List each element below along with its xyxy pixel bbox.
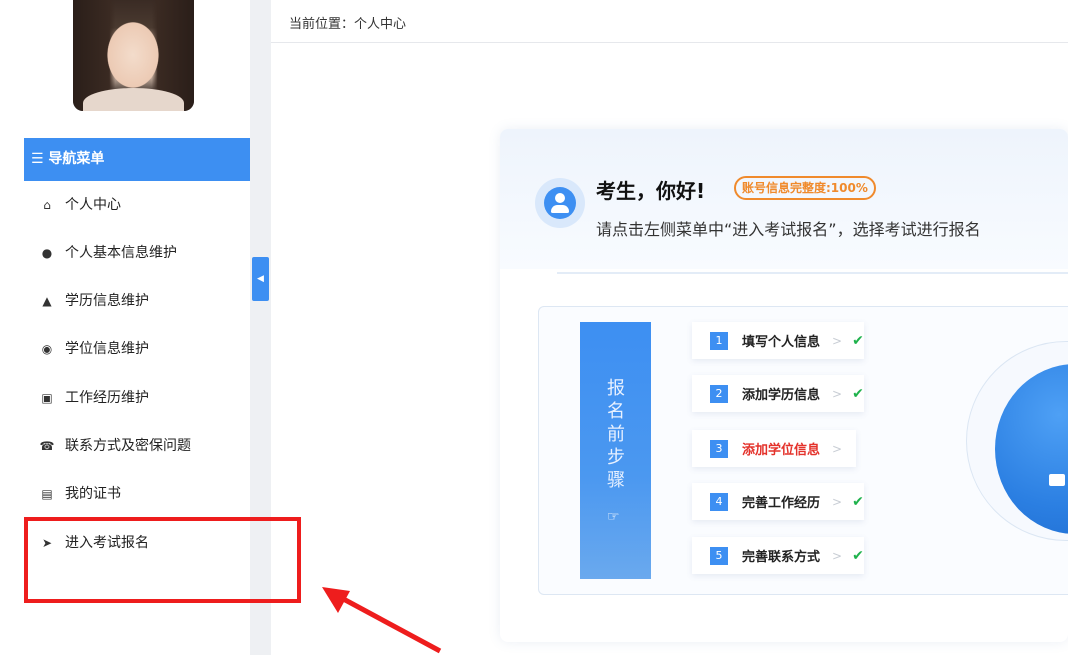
step-item[interactable]: 1 填写个人信息 > ✔ [692, 322, 864, 359]
sidebar-item-label: 学历信息维护 [65, 293, 149, 309]
step-number: 2 [710, 384, 728, 403]
pointer-arrow [322, 587, 442, 654]
check-icon: ✔ [852, 547, 864, 564]
breadcrumb-divider [271, 42, 1068, 43]
sidebar-item-education[interactable]: ▲ 学历信息维护 [40, 289, 149, 313]
sidebar-item-label: 个人基本信息维护 [65, 245, 177, 261]
sidebar-item-basic-info[interactable]: ● 个人基本信息维护 [40, 241, 177, 265]
sidebar-item-certificates[interactable]: ▤ 我的证书 [40, 482, 121, 506]
step-number: 5 [710, 546, 728, 565]
check-icon: ✔ [852, 385, 864, 402]
sidebar-item-work[interactable]: ▣ 工作经历维护 [40, 386, 149, 410]
step-label: 完善联系方式 [742, 550, 821, 565]
check-icon: ✔ [852, 332, 864, 349]
check-icon: ✔ [852, 493, 864, 510]
chevron-right-icon: > [832, 441, 843, 456]
graduation-cap-icon: ▲ [42, 294, 52, 308]
sidebar-item-contact[interactable]: ☎ 联系方式及密保问题 [40, 434, 191, 458]
collapse-sidebar-button[interactable]: ◀ [252, 257, 269, 301]
arrow-shaft [334, 592, 442, 654]
sidebar-item-personal-center[interactable]: ⌂ 个人中心 [40, 193, 121, 217]
chevron-right-icon: > [832, 386, 843, 401]
steps-banner: 报名前步骤 ☞ [580, 322, 651, 579]
phone-icon: ☎ [39, 439, 55, 453]
breadcrumb: 当前位置：个人中心 [289, 17, 407, 32]
sidebar-item-label: 个人中心 [65, 197, 121, 213]
certificate-icon: ▤ [41, 487, 53, 501]
pointing-hand-icon: ☞ [607, 509, 620, 525]
step-label: 添加学位信息 [742, 443, 821, 458]
avatar-shoulder [83, 88, 184, 111]
completeness-badge: 账号信息完整度:100% [734, 176, 876, 200]
nav-menu-header[interactable]: ☰ 导航菜单 [24, 138, 250, 181]
greeting: 考生，你好! [596, 179, 706, 203]
user-icon: ● [41, 246, 53, 260]
registration-hint: 请点击左侧菜单中“进入考试报名”，选择考试进行报名 [596, 220, 981, 239]
step-number: 4 [710, 492, 728, 511]
welcome-card: 考生，你好! 账号信息完整度:100% 请点击左侧菜单中“进入考试报名”，选择考… [500, 129, 1068, 642]
user-avatar-icon [535, 178, 585, 228]
step-label: 填写个人信息 [742, 335, 821, 350]
sidebar-item-degree[interactable]: ◉ 学位信息维护 [40, 337, 149, 361]
sidebar-item-label: 我的证书 [65, 486, 121, 502]
chevron-right-icon: > [832, 333, 843, 348]
step-item[interactable]: 3 添加学位信息 > [692, 430, 857, 467]
highlight-box [24, 517, 301, 603]
card-divider [557, 272, 1068, 274]
ring-tag [1049, 474, 1065, 486]
sidebar-item-label: 工作经历维护 [65, 390, 149, 406]
step-item[interactable]: 5 完善联系方式 > ✔ [692, 537, 864, 574]
chevron-right-icon: > [832, 494, 843, 509]
medal-icon: ◉ [41, 342, 53, 356]
home-icon: ⌂ [43, 198, 51, 212]
avatar [73, 0, 194, 111]
step-item[interactable]: 4 完善工作经历 > ✔ [692, 483, 864, 520]
step-number: 3 [710, 439, 728, 458]
sidebar-item-label: 联系方式及密保问题 [65, 438, 191, 454]
step-number: 1 [710, 331, 728, 350]
briefcase-icon: ▣ [41, 391, 53, 405]
steps-banner-title: 报名前步骤 [607, 378, 625, 491]
chevron-right-icon: > [832, 548, 843, 563]
step-label: 添加学历信息 [742, 388, 821, 403]
sidebar-item-label: 学位信息维护 [65, 341, 149, 357]
step-item[interactable]: 2 添加学历信息 > ✔ [692, 375, 864, 412]
caret-left-icon: ◀ [257, 274, 264, 284]
step-label: 完善工作经历 [742, 496, 821, 511]
